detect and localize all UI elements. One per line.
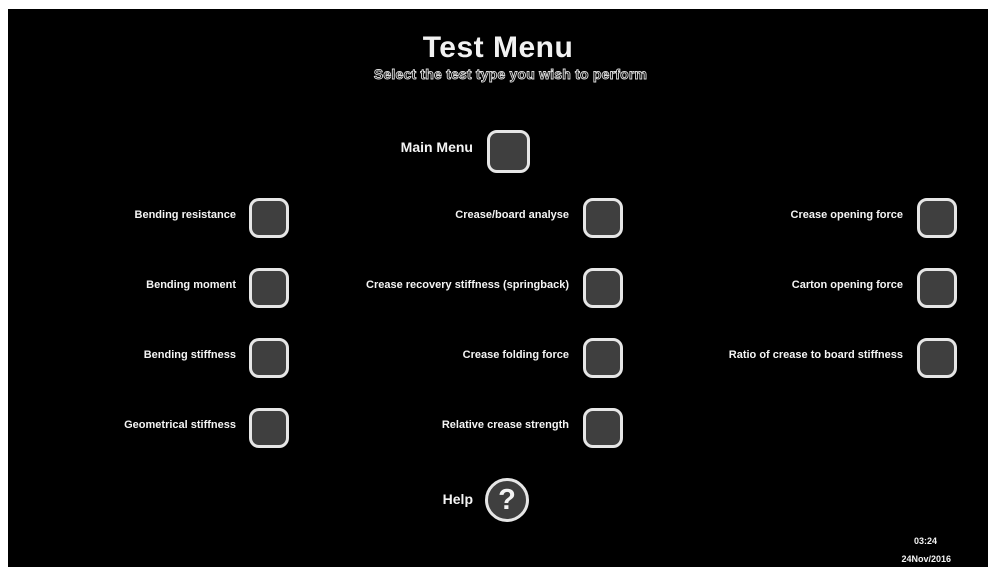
ratio-crease-to-board-stiffness-button[interactable] <box>917 338 957 378</box>
page-title: Test Menu <box>422 31 574 64</box>
help-button[interactable]: ? <box>485 478 529 522</box>
crease-recovery-stiffness-button[interactable] <box>583 268 623 308</box>
ratio-crease-to-board-stiffness-label: Ratio of crease to board stiffness <box>728 349 903 361</box>
crease-recovery-stiffness-label: Crease recovery stiffness (springback) <box>366 279 569 291</box>
bending-resistance-button[interactable] <box>249 198 289 238</box>
geometrical-stiffness-label: Geometrical stiffness <box>124 419 236 431</box>
main-menu-label: Main Menu <box>400 139 473 155</box>
bending-stiffness-button[interactable] <box>249 338 289 378</box>
geometrical-stiffness-button[interactable] <box>249 408 289 448</box>
status-time: 03:24 <box>913 536 937 546</box>
main-menu-button[interactable] <box>487 130 530 173</box>
relative-crease-strength-label: Relative crease strength <box>441 419 569 431</box>
crease-folding-force-label: Crease folding force <box>462 349 569 361</box>
bending-moment-button[interactable] <box>249 268 289 308</box>
bending-moment-label: Bending moment <box>146 279 236 291</box>
question-mark-icon: ? <box>498 484 516 516</box>
carton-opening-force-label: Carton opening force <box>791 279 903 291</box>
bending-resistance-label: Bending resistance <box>134 209 236 221</box>
bending-stiffness-label: Bending stiffness <box>143 349 236 361</box>
relative-crease-strength-button[interactable] <box>583 408 623 448</box>
crease-board-analyse-label: Crease/board analyse <box>455 209 569 221</box>
help-label: Help <box>442 491 473 507</box>
carton-opening-force-button[interactable] <box>917 268 957 308</box>
crease-opening-force-button[interactable] <box>917 198 957 238</box>
page-subtitle: Select the test type you wish to perform <box>373 66 648 83</box>
crease-folding-force-button[interactable] <box>583 338 623 378</box>
crease-board-analyse-button[interactable] <box>583 198 623 238</box>
test-menu-screen: Test Menu Select the test type you wish … <box>8 9 988 567</box>
status-date: 24Nov/2016 <box>901 554 951 564</box>
crease-opening-force-label: Crease opening force <box>790 209 903 221</box>
